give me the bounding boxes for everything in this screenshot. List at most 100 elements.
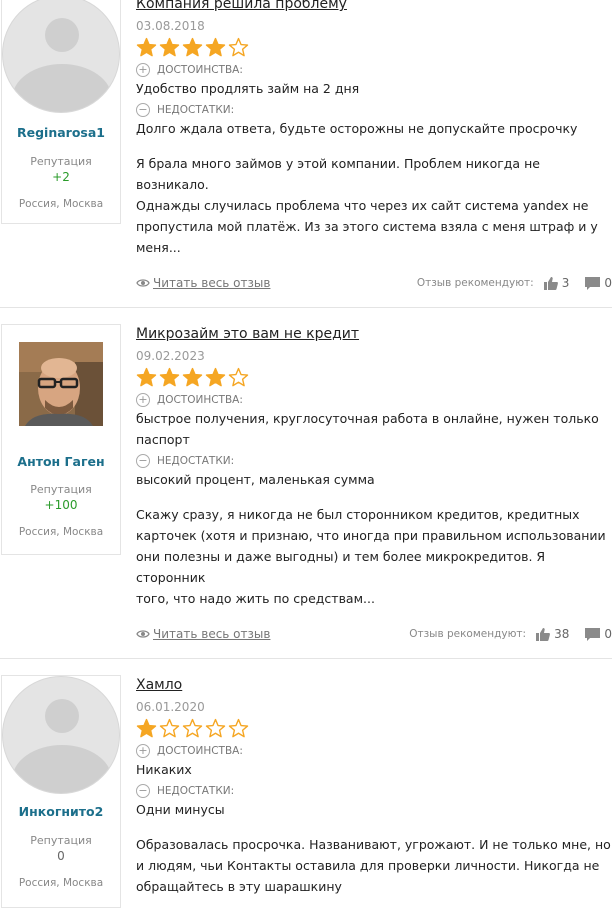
review-title[interactable]: Хамло <box>136 677 612 693</box>
cons-header: − НЕДОСТАТКИ: <box>136 103 612 117</box>
recommend-label: Отзыв рекомендуют: <box>416 277 534 289</box>
review-body: Скажу сразу, я никогда не был стороннико… <box>136 504 612 609</box>
cons-text: высокий процент, маленькая сумма <box>136 472 375 487</box>
review-body-line: и людям, чьи Контакты оставила для прове… <box>136 858 600 873</box>
cons-label: НЕДОСТАТКИ: <box>157 104 235 116</box>
author-location: Россия, Москва <box>18 526 104 538</box>
pros-label: ДОСТОИНСТВА: <box>157 394 243 406</box>
pros-header: + ДОСТОИНСТВА: <box>136 393 612 407</box>
pros-label: ДОСТОИНСТВА: <box>157 64 243 76</box>
cons-label: НЕДОСТАТКИ: <box>157 455 235 467</box>
author-name[interactable]: Reginarosa1 <box>2 125 120 140</box>
review-content: Хамло 06.01.2020 + ДОСТОИНСТВА: Никаких … <box>136 677 612 897</box>
author-card: Антон Гаген Репутация +100 Россия, Москв… <box>1 324 121 555</box>
rating-stars <box>136 37 612 58</box>
author-card: Reginarosa1 Репутация +2 Россия, Москва <box>1 0 121 224</box>
thumbs-up-icon[interactable] <box>543 276 558 290</box>
star-empty-icon <box>228 37 249 57</box>
pros-text-line: быстрое получения, круглосуточная работа… <box>136 411 599 426</box>
review-body-line: Скажу сразу, я никогда не был стороннико… <box>136 507 580 522</box>
user-photo-avatar[interactable] <box>19 342 103 426</box>
comments-count: 0 <box>604 276 612 290</box>
review-title[interactable]: Компания решила проблему <box>136 0 612 12</box>
review-body-line: они полезны и даже выгодны) и тем более … <box>136 549 546 585</box>
star-filled-icon <box>159 367 180 387</box>
recommend-block: Отзыв рекомендуют: 38 0 <box>409 627 612 641</box>
read-more-label: Читать весь отзыв <box>153 276 271 290</box>
review-content: Компания решила проблему 03.08.2018 + ДО… <box>136 0 612 258</box>
reputation-value: 0 <box>57 849 65 863</box>
review-body-line: карточек (хотя и признаю, что иногда при… <box>136 528 606 543</box>
star-filled-icon <box>205 367 226 387</box>
author-location: Россия, Москва <box>18 877 104 889</box>
star-filled-icon <box>182 37 203 57</box>
star-filled-icon <box>205 37 226 57</box>
review-body-line: меня... <box>136 240 181 255</box>
default-avatar-icon[interactable] <box>2 0 120 113</box>
reputation-label: Репутация <box>30 155 92 168</box>
author-location: Россия, Москва <box>18 198 104 210</box>
review-body-line: пропустила мой платёж. Из за этого систе… <box>136 219 598 234</box>
plus-circle-icon: + <box>136 63 150 77</box>
review-footer: Читать весь отзыв Отзыв рекомендуют: 3 0 <box>136 276 612 294</box>
likes-count: 38 <box>554 627 570 641</box>
author-name[interactable]: Антон Гаген <box>2 454 120 469</box>
eye-icon <box>136 279 150 287</box>
review-body: Я брала много займов у этой компании. Пр… <box>136 153 612 258</box>
pros-text: Удобство продлять займ на 2 дня <box>136 81 360 96</box>
review-body-line: Однажды случилась проблема что через их … <box>136 198 589 213</box>
reputation-value: +100 <box>44 498 78 512</box>
author-name[interactable]: Инкогнито2 <box>2 804 120 819</box>
comment-icon[interactable] <box>585 276 601 290</box>
review-body: Образовалась просрочка. Названивают, угр… <box>136 834 612 897</box>
star-filled-icon <box>182 367 203 387</box>
minus-circle-icon: − <box>136 784 150 798</box>
rating-stars <box>136 718 612 739</box>
review-date: 06.01.2020 <box>136 700 205 714</box>
star-empty-icon <box>159 718 180 738</box>
comments-count: 0 <box>604 627 612 641</box>
recommend-label: Отзыв рекомендуют: <box>409 628 527 640</box>
review-body-line: Я брала много займов у этой компании. Пр… <box>136 156 540 192</box>
author-card: Инкогнито2 Репутация 0 Россия, Москва <box>1 675 121 908</box>
reputation-label: Репутация <box>30 483 92 496</box>
cons-header: − НЕДОСТАТКИ: <box>136 454 612 468</box>
eye-icon <box>136 630 150 638</box>
star-empty-icon <box>205 718 226 738</box>
star-filled-icon <box>159 37 180 57</box>
pros-header: + ДОСТОИНСТВА: <box>136 63 612 77</box>
reputation-value: +2 <box>52 170 70 184</box>
review-footer: Читать весь отзыв Отзыв рекомендуют: 38 … <box>136 627 612 645</box>
star-filled-icon <box>136 718 157 738</box>
pros-text-line: паспорт <box>136 432 190 447</box>
likes-count: 3 <box>561 276 570 290</box>
comment-icon[interactable] <box>585 627 601 641</box>
default-avatar-icon[interactable] <box>2 676 120 794</box>
review-divider <box>0 307 612 308</box>
cons-text: Одни минусы <box>136 802 225 817</box>
star-filled-icon <box>136 367 157 387</box>
recommend-block: Отзыв рекомендуют: 3 0 <box>417 276 612 290</box>
review-body-line: того, что надо жить по средствам... <box>136 591 375 606</box>
read-more-label: Читать весь отзыв <box>153 627 271 641</box>
review-content: Микрозайм это вам не кредит 09.02.2023 +… <box>136 326 612 609</box>
read-more-link[interactable]: Читать весь отзыв <box>136 276 270 290</box>
minus-circle-icon: − <box>136 454 150 468</box>
review-date: 09.02.2023 <box>136 349 205 363</box>
plus-circle-icon: + <box>136 744 150 758</box>
rating-stars <box>136 367 612 388</box>
pros-text: быстрое получения, круглосуточная работа… <box>136 408 612 450</box>
minus-circle-icon: − <box>136 103 150 117</box>
review-divider <box>0 658 612 659</box>
cons-text: Долго ждала ответа, будьте осторожны не … <box>136 121 578 136</box>
plus-circle-icon: + <box>136 393 150 407</box>
review-body-line: обращайтесь в эту шарашкину <box>136 879 342 894</box>
read-more-link[interactable]: Читать весь отзыв <box>136 627 270 641</box>
star-empty-icon <box>228 718 249 738</box>
cons-label: НЕДОСТАТКИ: <box>157 785 235 797</box>
pros-label: ДОСТОИНСТВА: <box>157 745 243 757</box>
thumbs-up-icon[interactable] <box>536 627 550 641</box>
user-photo-icon <box>19 342 103 426</box>
review-title[interactable]: Микрозайм это вам не кредит <box>136 326 612 342</box>
star-filled-icon <box>136 37 157 57</box>
